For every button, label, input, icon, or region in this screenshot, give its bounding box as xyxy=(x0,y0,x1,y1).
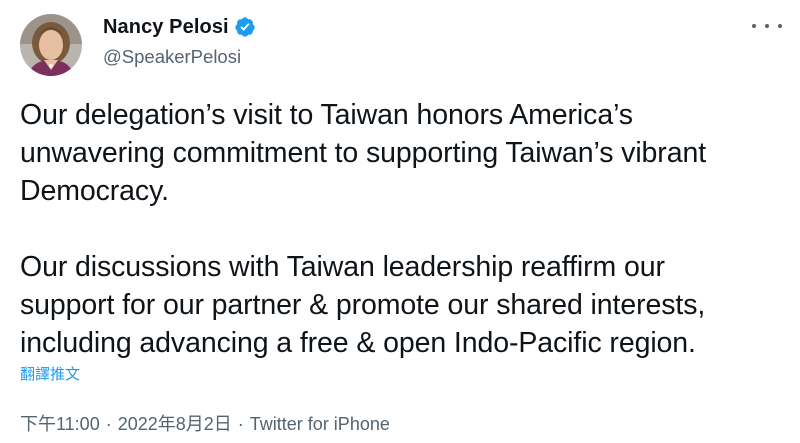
verified-badge-icon xyxy=(234,16,256,38)
separator: · xyxy=(237,414,244,434)
tweet-card: Nancy Pelosi @SpeakerPelosi Our delegati… xyxy=(0,0,800,443)
separator: · xyxy=(105,414,112,434)
more-dot xyxy=(752,24,756,28)
author-name[interactable]: Nancy Pelosi xyxy=(103,16,229,39)
more-dot xyxy=(778,24,782,28)
tweet-metadata: 下午11:00 · 2022年8月2日 · Twitter for iPhone xyxy=(20,410,390,436)
tweet-time[interactable]: 下午11:00 xyxy=(20,414,100,434)
author-handle[interactable]: @SpeakerPelosi xyxy=(103,46,241,68)
more-dot xyxy=(765,24,769,28)
translate-tweet-link[interactable]: 翻譯推文 xyxy=(20,363,80,384)
tweet-line: unwavering commitment to supporting Taiw… xyxy=(20,137,707,169)
tweet-line: support for our partner & promote our sh… xyxy=(20,289,706,321)
tweet-source[interactable]: Twitter for iPhone xyxy=(250,414,390,434)
tweet-date[interactable]: 2022年8月2日 xyxy=(118,414,232,434)
avatar[interactable] xyxy=(20,14,82,76)
more-options-icon[interactable] xyxy=(752,14,782,38)
tweet-line: Our delegation’s visit to Taiwan honors … xyxy=(20,99,633,131)
tweet-paragraph: Our delegation’s visit to Taiwan honors … xyxy=(20,96,795,210)
tweet-line: Our discussions with Taiwan leadership r… xyxy=(20,251,665,283)
author-name-row: Nancy Pelosi xyxy=(103,14,256,40)
tweet-paragraph: Our discussions with Taiwan leadership r… xyxy=(20,248,795,362)
profile-photo xyxy=(20,14,82,76)
tweet-text: Our delegation’s visit to Taiwan honors … xyxy=(20,96,795,362)
tweet-line: including advancing a free & open Indo-P… xyxy=(20,327,696,359)
tweet-line: Democracy. xyxy=(20,175,169,207)
